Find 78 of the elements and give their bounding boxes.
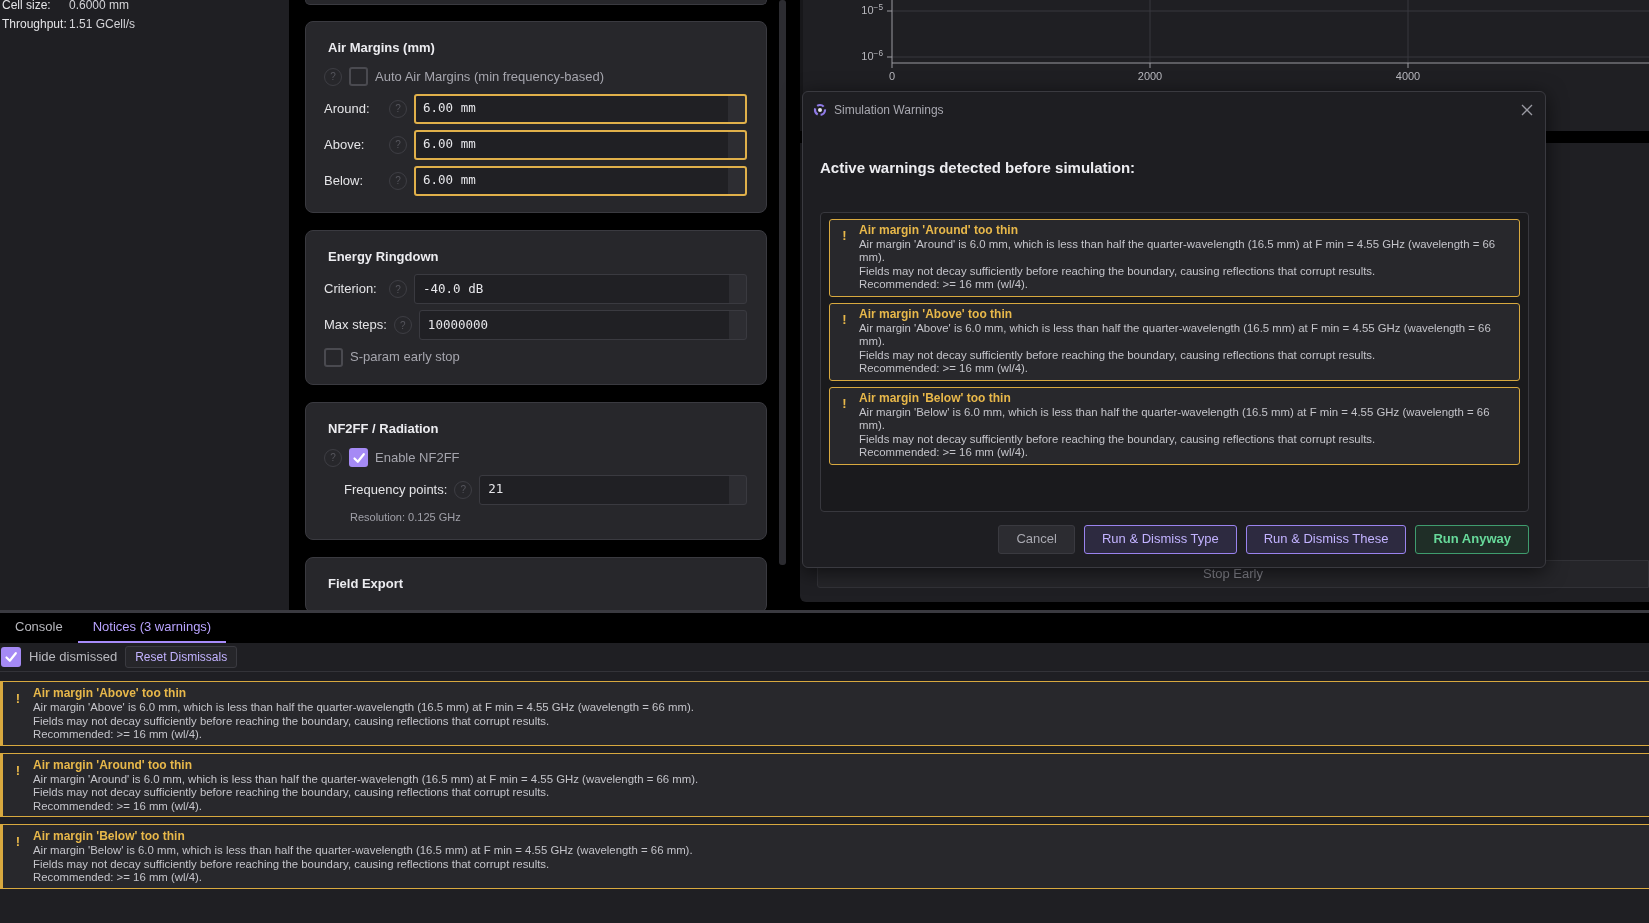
info-value: 1.51 GCell/s	[69, 16, 136, 32]
warning-text: Fields may not decay sufficiently before reaching the boundary, causing reflections that corrupt results.	[859, 264, 1377, 278]
tab[interactable]: Notices (3 warnings)	[77, 613, 227, 643]
axis-tick-label: 2000	[1137, 69, 1163, 84]
warning-text: Recommended: >= 16 mm (wl/4).	[33, 728, 204, 742]
field-label: Frequency points:	[344, 480, 448, 499]
checkbox-label: Enable NF2FF	[375, 448, 460, 467]
checkbox-label: Auto Air Margins (min frequency-based)	[375, 67, 605, 86]
warning-text: Recommended: >= 16 mm (wl/4).	[859, 446, 1030, 460]
info-label: Cell size:	[2, 0, 52, 13]
axis-tick-label: 10$^{−5}$	[861, 2, 883, 18]
warning-text: Air margin 'Around' is 6.0 mm, which is less than half the quarter-wavelength (16.5 mm) at F min = 4.55 GHz (wavelength = 66 mm).	[859, 237, 1497, 265]
warning-icon: !	[3, 829, 33, 885]
axis-tick-label: 0	[888, 69, 896, 84]
warning-title: Air margin 'Around' too thin	[33, 757, 194, 773]
dialog-title: Simulation Warnings	[834, 102, 944, 119]
warning-icon: !	[3, 757, 33, 813]
checkbox[interactable]	[349, 67, 368, 86]
warning-text: Air margin 'Below' is 6.0 mm, which is less than half the quarter-wavelength (16.5 mm) at F min = 4.55 GHz (wavelength = 66 mm).	[859, 405, 1491, 433]
field-label: Above:	[324, 135, 366, 154]
warning-title: Air margin 'Above' too thin	[33, 686, 188, 701]
warning-text: Recommended: >= 16 mm (wl/4).	[859, 362, 1030, 376]
checkbox[interactable]	[324, 347, 343, 367]
warning-title: Air margin 'Above' too thin	[859, 306, 1014, 322]
warning-text: Recommended: >= 16 mm (wl/4).	[859, 278, 1030, 292]
warning-text: Air margin 'Above' is 6.0 mm, which is less than half the quarter-wavelength (16.5 mm) at F min = 4.55 GHz (wavelength = 66 mm).	[859, 321, 1492, 349]
warning-icon: !	[830, 390, 859, 460]
warning-text: Air margin 'Above' is 6.0 mm, which is less than half the quarter-wavelength (16.5 mm) at F min = 4.55 GHz (wavelength = 66 mm).	[33, 701, 694, 715]
dialog-heading: Active warnings detected before simulation:	[820, 158, 1137, 178]
field-label: Below:	[324, 171, 365, 190]
section-title: NF2FF / Radiation	[328, 420, 440, 438]
dialog-button[interactable]: Run Anyway	[1415, 524, 1529, 554]
field-label: Around:	[324, 99, 371, 118]
input-field[interactable]: 21	[479, 474, 747, 505]
warning-icon: !	[3, 686, 33, 742]
section-title: Energy Ringdown	[328, 247, 440, 266]
warning-text: Recommended: >= 16 mm (wl/4).	[33, 871, 204, 885]
warning-text: Air margin 'Below' is 6.0 mm, which is less than half the quarter-wavelength (16.5 mm) at F min = 4.55 GHz (wavelength = 66 mm).	[33, 844, 693, 858]
input-field[interactable]: 10000000	[418, 310, 747, 340]
warning-text: Recommended: >= 16 mm (wl/4).	[33, 799, 204, 813]
warning-title: Air margin 'Around' too thin	[859, 222, 1020, 238]
scrollbar[interactable]	[779, 0, 786, 565]
checkbox[interactable]	[349, 448, 368, 467]
input-field[interactable]: 6.00 mm	[414, 93, 747, 124]
warning-text: Fields may not decay sufficiently before reaching the boundary, causing reflections that corrupt results.	[33, 786, 551, 800]
dialog-button[interactable]: Run & Dismiss Type	[1083, 524, 1237, 554]
resolution-note: Resolution: 0.125 GHz	[350, 509, 462, 525]
axis-tick-label: 4000	[1395, 69, 1421, 84]
app-logo-icon	[813, 103, 827, 117]
warning-text: Fields may not decay sufficiently before reaching the boundary, causing reflections that corrupt results.	[859, 432, 1377, 446]
close-icon[interactable]	[1521, 104, 1533, 116]
warning-text: Fields may not decay sufficiently before reaching the boundary, causing reflections that corrupt results.	[859, 348, 1377, 362]
checkbox[interactable]	[1, 647, 21, 667]
dialog-button[interactable]: Cancel	[998, 524, 1075, 554]
warning-icon: !	[830, 222, 859, 292]
input-field[interactable]: -40.0 dB	[414, 274, 747, 304]
input-field[interactable]: 6.00 mm	[414, 129, 747, 160]
warning-title: Air margin 'Below' too thin	[33, 829, 186, 844]
input-field[interactable]: 6.00 mm	[414, 165, 747, 196]
checkbox-label: S-param early stop	[350, 348, 460, 367]
axis-tick-label: 10$^{−6}$	[861, 48, 883, 64]
section-title: Field Export	[328, 575, 405, 593]
warning-title: Air margin 'Below' too thin	[859, 390, 1012, 406]
checkmark-icon	[351, 450, 366, 465]
checkbox-label: Hide dismissed	[29, 648, 118, 667]
warning-text: Fields may not decay sufficiently before reaching the boundary, causing reflections that corrupt results.	[33, 714, 551, 728]
field-label: Max steps:	[324, 316, 387, 335]
warning-icon: !	[830, 306, 859, 376]
section-title: Air Margins (mm)	[328, 39, 436, 57]
dialog-button[interactable]: Run & Dismiss These	[1245, 524, 1407, 554]
info-label: Throughput:	[2, 16, 68, 32]
reset-dismissals-button[interactable]: Reset Dismissals	[125, 646, 238, 668]
field-label: Criterion:	[324, 280, 378, 299]
tab[interactable]: Console	[0, 613, 78, 643]
warning-text: Fields may not decay sufficiently before reaching the boundary, causing reflections that corrupt results.	[33, 857, 551, 871]
checkmark-icon	[4, 650, 18, 664]
info-value: 0.6000 mm	[69, 0, 130, 13]
warning-text: Air margin 'Around' is 6.0 mm, which is less than half the quarter-wavelength (16.5 mm) at F min = 4.55 GHz (wavelength = 66 mm).	[33, 772, 699, 786]
